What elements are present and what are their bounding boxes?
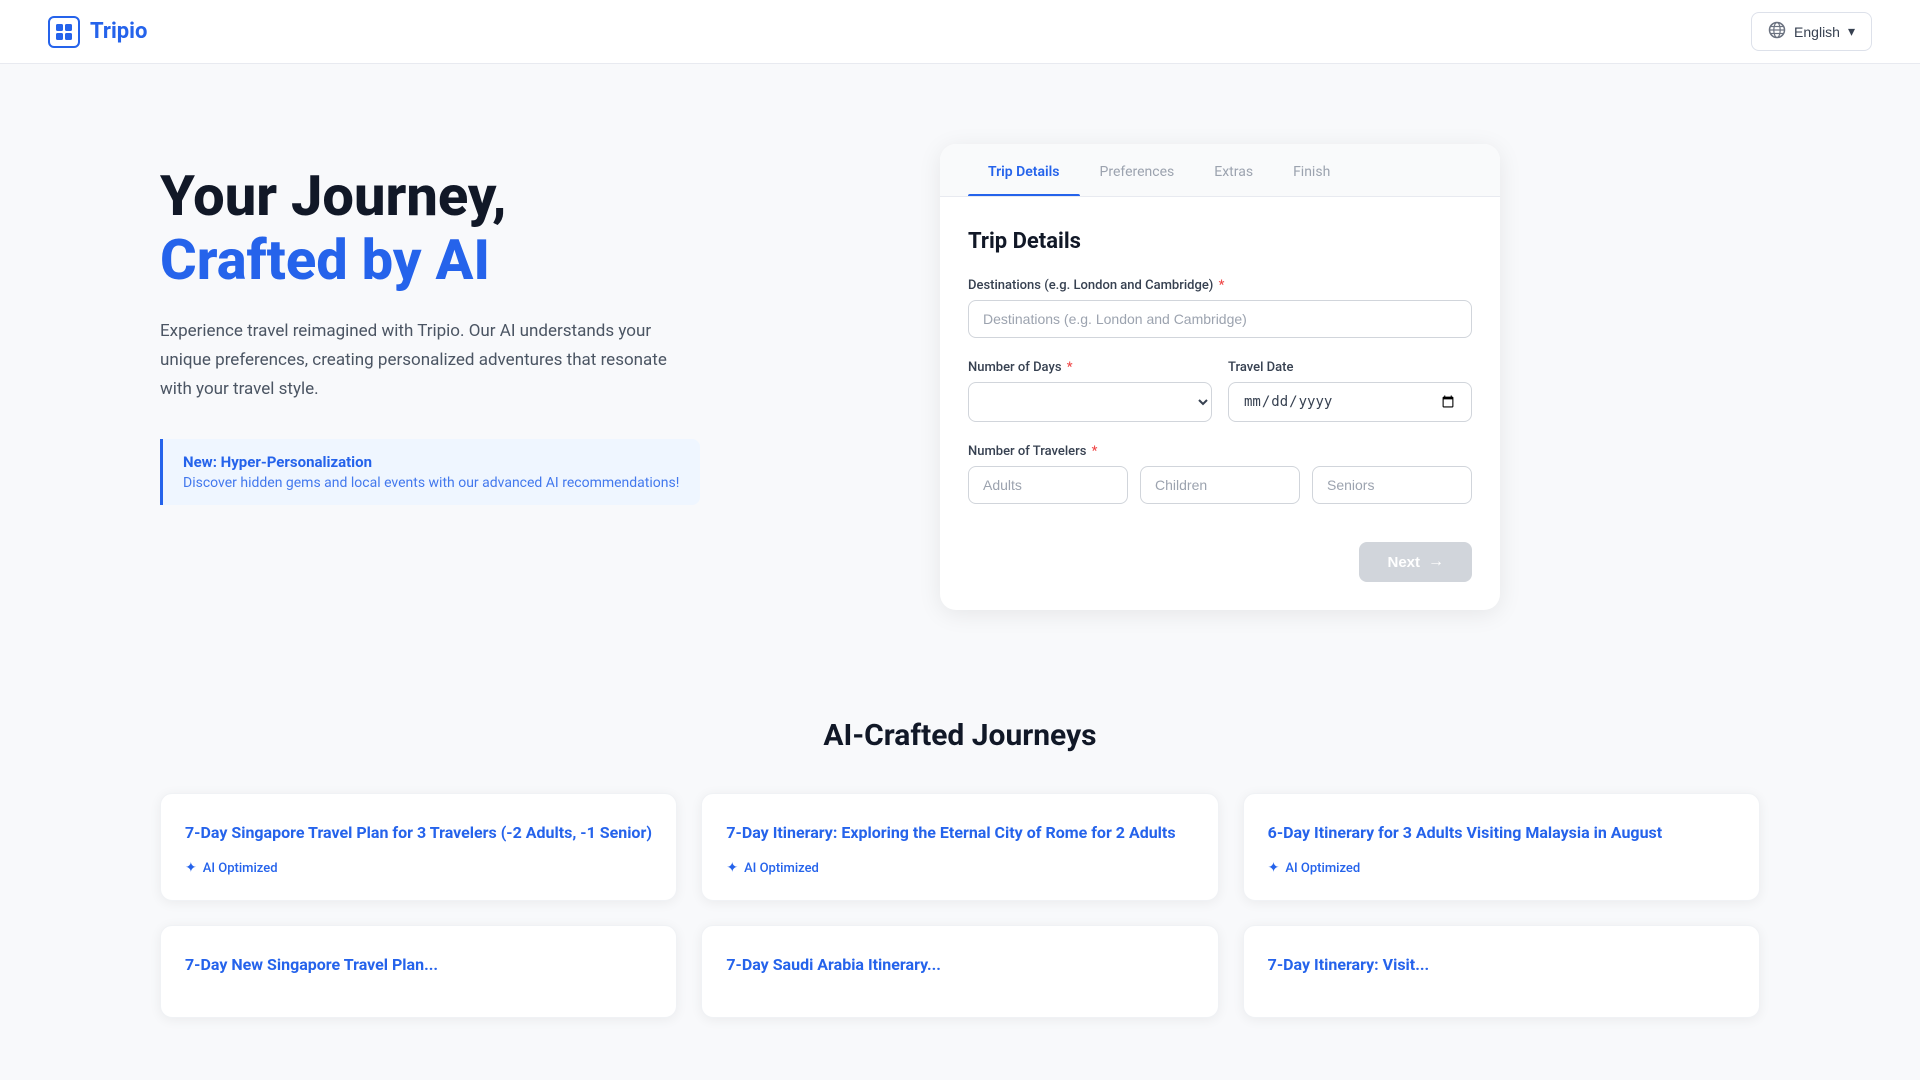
journey-card-1[interactable]: 7-Day Singapore Travel Plan for 3 Travel… [160,793,677,901]
bottom-section: AI-Crafted Journeys 7-Day Singapore Trav… [0,670,1920,1078]
adults-input[interactable] [968,466,1128,504]
journey-card-partial-1-title: 7-Day New Singapore Travel Plan... [185,954,652,976]
journey-card-partial-3-title: 7-Day Itinerary: Visit... [1268,954,1735,976]
seniors-input[interactable] [1312,466,1472,504]
destinations-input[interactable] [968,300,1472,338]
form-section-title: Trip Details [968,229,1472,254]
journey-card-partial-3[interactable]: 7-Day Itinerary: Visit... [1243,925,1760,1017]
tab-trip-details[interactable]: Trip Details [968,144,1080,196]
spark-icon-3: ✦ [1268,860,1280,876]
hero-title-line2: Crafted by AI [160,227,490,293]
journey-card-2[interactable]: 7-Day Itinerary: Exploring the Eternal C… [701,793,1218,901]
days-select[interactable]: 1 2 3 4 5 6 7 8 9 10 14 21 [968,382,1212,422]
destinations-group: Destinations (e.g. London and Cambridge)… [968,278,1472,338]
form-body: Trip Details Destinations (e.g. London a… [940,197,1500,610]
next-label: Next [1387,554,1420,571]
travelers-label: Number of Travelers * [968,444,1472,459]
days-group: Number of Days * 1 2 3 4 5 6 7 8 9 [968,360,1212,422]
journey-card-2-title: 7-Day Itinerary: Exploring the Eternal C… [726,822,1193,844]
next-button[interactable]: Next → [1359,542,1472,582]
tab-finish[interactable]: Finish [1273,144,1350,196]
logo-icon [48,16,80,48]
journeys-section-title: AI-Crafted Journeys [160,718,1760,753]
journey-card-3[interactable]: 6-Day Itinerary for 3 Adults Visiting Ma… [1243,793,1760,901]
hero-title-line1: Your Journey, [160,163,507,229]
journey-cards-partial-row: 7-Day New Singapore Travel Plan... 7-Day… [160,925,1760,1017]
journey-card-partial-2-title: 7-Day Saudi Arabia Itinerary... [726,954,1193,976]
spark-icon-1: ✦ [185,860,197,876]
days-date-row: Number of Days * 1 2 3 4 5 6 7 8 9 [968,360,1472,444]
journey-card-1-title: 7-Day Singapore Travel Plan for 3 Travel… [185,822,652,844]
language-selector[interactable]: English ▾ [1751,12,1872,51]
journey-card-3-title: 6-Day Itinerary for 3 Adults Visiting Ma… [1268,822,1735,844]
ai-badge-3: ✦ AI Optimized [1268,860,1735,876]
hero-description: Experience travel reimagined with Tripio… [160,317,680,404]
journey-card-partial-2[interactable]: 7-Day Saudi Arabia Itinerary... [701,925,1218,1017]
form-footer: Next → [968,526,1472,582]
travelers-inputs-row [968,466,1472,504]
destinations-label: Destinations (e.g. London and Cambridge)… [968,278,1472,293]
form-tabs: Trip Details Preferences Extras Finish [940,144,1500,197]
logo-text: Tripio [90,19,147,44]
arrow-icon: → [1428,553,1444,571]
destinations-required: * [1219,278,1225,293]
banner-subtitle: Discover hidden gems and local events wi… [183,475,680,491]
travel-date-input[interactable] [1228,382,1472,422]
tab-extras[interactable]: Extras [1194,144,1273,196]
days-label: Number of Days * [968,360,1212,375]
ai-badge-2: ✦ AI Optimized [726,860,1193,876]
travel-date-label: Travel Date [1228,360,1472,375]
chevron-down-icon: ▾ [1848,23,1855,40]
language-label: English [1794,24,1840,40]
ai-badge-1: ✦ AI Optimized [185,860,652,876]
trip-form-card: Trip Details Preferences Extras Finish T… [940,144,1500,610]
globe-icon [1768,21,1786,42]
spark-icon-2: ✦ [726,860,738,876]
hero-section: Your Journey, Crafted by AI Experience t… [160,144,860,505]
logo[interactable]: Tripio [48,16,147,48]
children-input[interactable] [1140,466,1300,504]
tab-preferences[interactable]: Preferences [1080,144,1195,196]
travel-date-group: Travel Date [1228,360,1472,422]
feature-banner: New: Hyper-Personalization Discover hidd… [160,439,700,505]
journey-cards-row: 7-Day Singapore Travel Plan for 3 Travel… [160,793,1760,901]
journey-card-partial-1[interactable]: 7-Day New Singapore Travel Plan... [160,925,677,1017]
banner-title: New: Hyper-Personalization [183,453,680,471]
travelers-group: Number of Travelers * [968,444,1472,504]
